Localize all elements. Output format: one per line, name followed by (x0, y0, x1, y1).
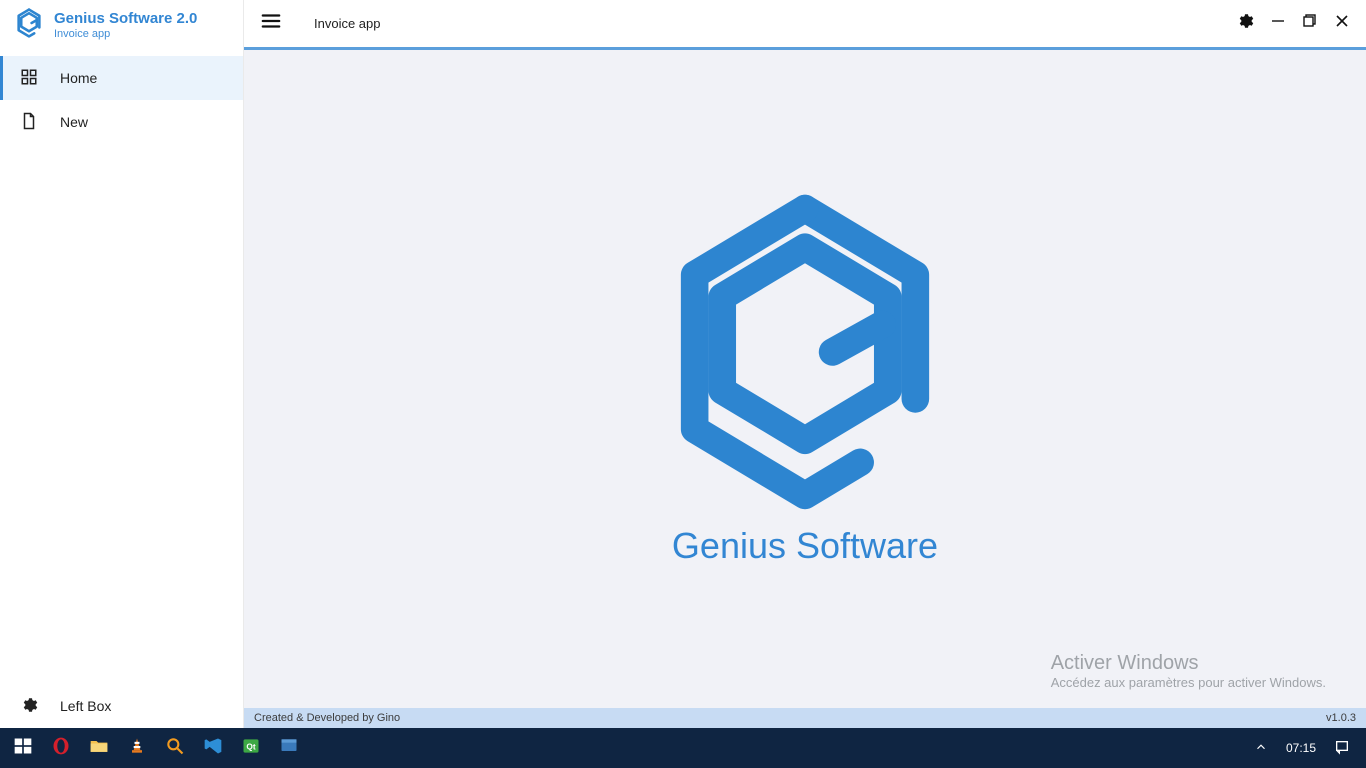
taskbar-app-vlc[interactable] (118, 728, 156, 768)
sidebar: Genius Software 2.0 Invoice app Home (0, 0, 244, 728)
sidebar-footer-label: Left Box (60, 698, 111, 714)
tray-notifications[interactable] (1328, 735, 1356, 762)
windows-icon (13, 736, 33, 761)
watermark-subtitle: Accédez aux paramètres pour activer Wind… (1051, 675, 1326, 690)
gear-icon (20, 696, 38, 717)
chevron-up-icon (1254, 740, 1268, 757)
top-bar: Invoice app (244, 0, 1366, 50)
hamburger-button[interactable] (252, 2, 290, 45)
taskbar-app-vscode[interactable] (194, 728, 232, 768)
taskbar-app-qt[interactable]: Qt (232, 728, 270, 768)
status-bar: Created & Developed by Gino v1.0.3 (244, 708, 1366, 728)
sidebar-header: Genius Software 2.0 Invoice app (0, 0, 243, 50)
minimize-icon (1270, 13, 1286, 34)
sidebar-nav: Home New (0, 50, 243, 684)
start-button[interactable] (4, 728, 42, 768)
close-button[interactable] (1326, 5, 1358, 42)
search-icon (165, 736, 185, 761)
gear-icon (1236, 12, 1254, 35)
sidebar-title-block: Genius Software 2.0 Invoice app (54, 10, 197, 39)
taskbar-search[interactable] (156, 728, 194, 768)
app-window-icon (279, 736, 299, 761)
status-version: v1.0.3 (1326, 712, 1356, 724)
windows-taskbar: Qt 07:15 (0, 728, 1366, 768)
folder-icon (89, 736, 109, 761)
maximize-button[interactable] (1294, 5, 1326, 42)
windows-activation-watermark: Activer Windows Accédez aux paramètres p… (1051, 652, 1326, 690)
grid-icon (20, 68, 38, 89)
app-window: Genius Software 2.0 Invoice app Home (0, 0, 1366, 728)
taskbar-app-opera[interactable] (42, 728, 80, 768)
status-credit: Created & Developed by Gino (254, 712, 400, 724)
taskbar-app-current[interactable] (270, 728, 308, 768)
qt-icon: Qt (241, 736, 261, 761)
app-logo-icon (14, 8, 44, 43)
brand-logo-icon (665, 192, 945, 517)
tray-clock[interactable]: 07:15 (1280, 737, 1322, 759)
sidebar-item-home[interactable]: Home (0, 56, 243, 100)
sidebar-item-new[interactable]: New (0, 100, 243, 144)
vlc-icon (127, 736, 147, 761)
brand-name: Genius Software (672, 525, 938, 567)
taskbar-app-explorer[interactable] (80, 728, 118, 768)
maximize-icon (1302, 13, 1318, 34)
opera-icon (51, 736, 71, 761)
settings-button[interactable] (1228, 4, 1262, 43)
watermark-title: Activer Windows (1051, 652, 1326, 675)
file-icon (20, 112, 38, 133)
close-icon (1334, 13, 1350, 34)
sidebar-footer-button[interactable]: Left Box (0, 684, 243, 728)
sidebar-item-label: Home (60, 70, 97, 86)
svg-text:Qt: Qt (246, 741, 255, 751)
app-subtitle: Invoice app (54, 28, 197, 40)
minimize-button[interactable] (1262, 5, 1294, 42)
sidebar-item-label: New (60, 114, 88, 130)
app-title: Genius Software 2.0 (54, 10, 197, 27)
topbar-title: Invoice app (314, 16, 381, 31)
content-area: Genius Software Activer Windows Accédez … (244, 50, 1366, 708)
system-tray: 07:15 (1248, 735, 1362, 762)
tray-chevron[interactable] (1248, 736, 1274, 761)
notification-icon (1334, 739, 1350, 758)
vscode-icon (203, 736, 223, 761)
main-area: Invoice app (244, 0, 1366, 728)
